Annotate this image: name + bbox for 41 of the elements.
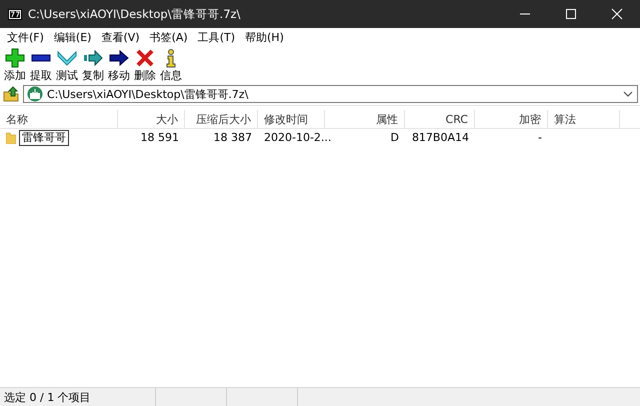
plus-icon [5,48,25,68]
menu-item[interactable]: 书签(A) [144,30,193,45]
toolbar-button[interactable]: 移动 [107,47,131,83]
toolbar-button[interactable]: 添加 [3,47,27,83]
rename-field[interactable]: 雷锋哥哥 [19,130,69,146]
column-header[interactable]: CRC [405,110,475,128]
cross-icon [135,48,155,68]
archive-icon [27,86,43,102]
menu-item[interactable]: 文件(F) [2,30,49,45]
folder-up-icon[interactable] [3,86,19,102]
column-header[interactable]: 修改时间 [258,110,325,128]
arrow-right-icon [109,48,129,68]
menu-item[interactable]: 查看(V) [96,30,145,45]
column-header[interactable]: 大小 [118,110,185,128]
toolbar-button[interactable]: 提取 [29,47,53,83]
column-header[interactable]: 名称 [0,110,118,128]
menu-item[interactable]: 编辑(E) [48,30,96,45]
column-header[interactable]: 属性 [325,110,405,128]
table-cell: 18 387 [214,131,252,144]
menu-item[interactable]: 工具(T) [192,30,240,45]
toolbar-button[interactable]: 复制 [81,47,105,83]
table-cell: - [538,131,542,144]
toolbar-button[interactable]: 测试 [55,47,79,83]
window-title: C:\Users\xiAOYI\Desktop\雷锋哥哥.7z\ [28,6,240,22]
toolbar-button[interactable]: 信息 [159,47,183,83]
toolbar-button[interactable]: 删除 [133,47,157,83]
app-logo-icon [8,8,22,20]
status-text: 选定 0 / 1 个项目 [0,388,156,406]
address-field[interactable]: C:\Users\xiAOYI\Desktop\雷锋哥哥.7z\ [23,85,638,103]
column-header[interactable]: 加密 [475,110,548,128]
table-cell: 2020-10-2... [264,131,332,144]
column-header[interactable]: 压缩后大小 [185,110,258,128]
folder-icon [6,131,16,144]
chevron-down-icon [57,48,77,68]
table-cell: 817B0A14 [412,131,469,144]
menu-item[interactable]: 帮助(H) [240,30,289,45]
table-cell: 18 591 [140,131,179,144]
column-header[interactable]: 算法 [548,110,620,128]
arrow-right-icon [83,48,103,68]
table-cell: D [390,131,399,144]
dropdown-caret-icon [623,91,633,97]
